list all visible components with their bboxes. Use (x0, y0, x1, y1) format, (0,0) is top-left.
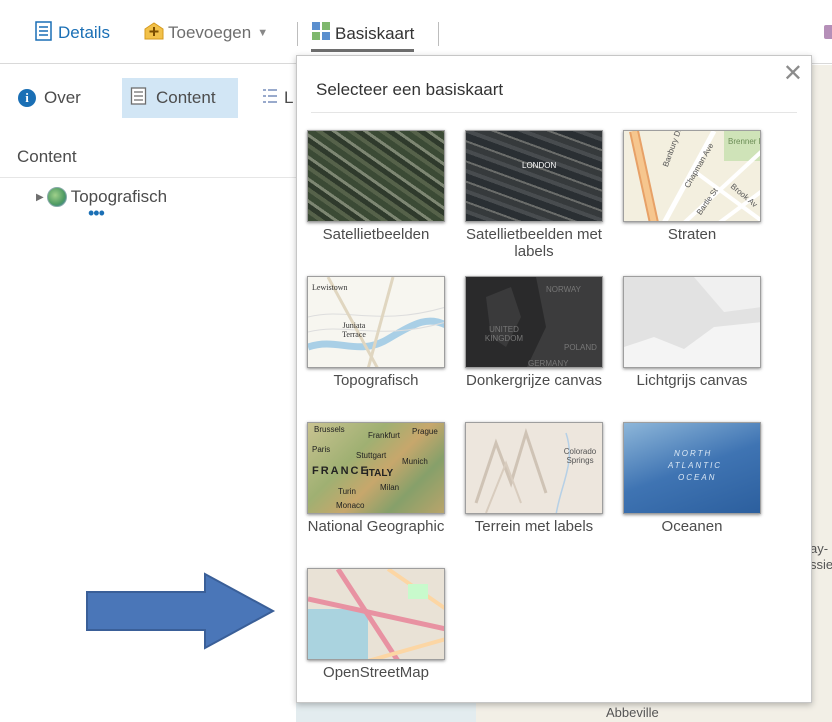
more-options-icon[interactable]: ••• (88, 204, 105, 222)
toolbar-divider (438, 22, 439, 46)
basemap-label: Satellietbeelden met labels (466, 226, 602, 260)
expand-caret-icon[interactable]: ▶ (36, 192, 44, 203)
add-icon (144, 21, 164, 46)
thumb-label: ATLANTIC (668, 461, 723, 470)
thumb-label: Milan (380, 483, 400, 492)
thumb-label: NORWAY (546, 285, 581, 294)
basemap-thumbnail: Brussels Frankfurt Prague Paris Stuttgar… (307, 422, 445, 514)
basemap-option-satellite[interactable]: Satellietbeelden (297, 130, 455, 243)
basemap-label: Oceanen (661, 518, 723, 535)
basemap-option-light-gray[interactable]: Lichtgrijs canvas (613, 276, 771, 389)
tab-about-label: Over (44, 88, 81, 107)
thumb-label: Turin (338, 487, 356, 496)
thumb-label: Munich (402, 457, 428, 466)
thumb-label: Prague (412, 427, 438, 436)
basemap-option-topographic[interactable]: Lewistown Juniata Terrace Topografisch (297, 276, 455, 389)
tab-content-label: Content (156, 88, 216, 107)
osm-thumbnail-art (308, 569, 444, 659)
add-label: Toevoegen (168, 23, 252, 42)
add-button[interactable]: Toevoegen ▼ (144, 18, 268, 48)
thumb-label: Lewistown (312, 283, 348, 292)
panel-tabs: i Over Content L (0, 78, 296, 118)
basemap-label: Basiskaart (335, 23, 415, 43)
basemap-option-streets[interactable]: Brenner Park Chapman Ave Brook Av Bartle… (613, 130, 771, 243)
thumb-label: POLAND (564, 343, 597, 352)
layer-label: Topografisch (70, 187, 168, 206)
thumb-label: Colorado Springs (563, 447, 597, 465)
basemap-label: Donkergrijze canvas (466, 372, 602, 389)
dark-thumbnail-art (486, 277, 602, 367)
thumb-label: Frankfurt (368, 431, 401, 440)
basemap-gallery-dialog: Selecteer een basiskaart ✕ Satellietbeel… (296, 55, 812, 703)
thumb-label: Brenner Park (728, 137, 760, 146)
legend-icon (262, 87, 278, 110)
basemap-label: Satellietbeelden (322, 226, 430, 243)
thumb-label: ITALY (366, 468, 394, 479)
chevron-down-icon: ▼ (257, 27, 269, 39)
toolbar-divider (297, 22, 298, 46)
basemap-label: Terrein met labels (474, 518, 594, 535)
close-icon[interactable]: ✕ (783, 62, 803, 86)
tab-legend-label: L (284, 88, 294, 107)
toolbar-overflow-mark (824, 25, 832, 39)
thumb-label: Juniata Terrace (342, 321, 366, 339)
thumb-label: Stuttgart (356, 451, 387, 460)
map-label-2: ssie (810, 557, 832, 572)
info-icon: i (18, 89, 36, 107)
dialog-title: Selecteer een basiskaart (316, 80, 504, 99)
basemap-thumbnail (307, 130, 445, 222)
content-heading: Content (0, 138, 296, 178)
basemap-thumbnail: LONDON (465, 130, 603, 222)
thumb-label: LONDON (522, 161, 557, 170)
details-label: Details (58, 23, 110, 42)
details-icon (34, 20, 54, 46)
basemap-thumbnail (307, 568, 445, 660)
basemap-option-satellite-labels[interactable]: LONDON Satellietbeelden met labels (455, 130, 613, 260)
globe-icon (46, 187, 67, 207)
thumb-label: FRANCE (312, 465, 370, 477)
annotation-arrow-icon (86, 572, 276, 650)
basemap-label: OpenStreetMap (323, 664, 429, 681)
map-label-1: ay- (810, 541, 829, 556)
basemap-thumbnail: NORWAY UNITED KINGDOM POLAND GERMANY (465, 276, 603, 368)
dialog-divider (311, 112, 797, 113)
basemap-thumbnail: Lewistown Juniata Terrace (307, 276, 445, 368)
thumb-label: GERMANY (528, 359, 569, 368)
details-button[interactable]: Details (34, 18, 110, 48)
basemap-label: Straten (667, 226, 717, 243)
basemap-label: Topografisch (333, 372, 419, 389)
basemap-thumbnail: Brenner Park Chapman Ave Brook Av Bartle… (623, 130, 761, 222)
basemap-thumbnail: NORTH ATLANTIC OCEAN (623, 422, 761, 514)
basemap-icon (311, 21, 331, 46)
terrain-thumbnail-art (474, 428, 571, 513)
light-thumbnail-art (624, 277, 760, 367)
basemap-option-dark-gray[interactable]: NORWAY UNITED KINGDOM POLAND GERMANY Don… (455, 276, 613, 389)
basemap-option-terrain[interactable]: Colorado Springs Terrein met labels (455, 422, 613, 535)
basemap-label: National Geographic (307, 518, 445, 535)
basemap-label: Lichtgrijs canvas (636, 372, 748, 389)
tab-content[interactable]: Content (122, 78, 238, 118)
thumb-label: NORTH (674, 449, 713, 458)
tab-about[interactable]: i Over (14, 78, 89, 118)
thumb-label: OCEAN (678, 473, 717, 482)
thumb-label: Brussels (314, 425, 345, 434)
content-icon (130, 86, 148, 110)
map-label-3: Abbeville (606, 705, 659, 720)
thumb-label: Paris (312, 445, 331, 454)
thumb-label: Monaco (336, 501, 365, 510)
basemap-option-openstreetmap[interactable]: OpenStreetMap (297, 568, 455, 681)
basemap-button[interactable]: Basiskaart (311, 18, 415, 52)
basemap-thumbnail (623, 276, 761, 368)
tab-legend[interactable]: L (254, 78, 296, 118)
basemap-option-national-geographic[interactable]: Brussels Frankfurt Prague Paris Stuttgar… (297, 422, 455, 535)
basemap-thumbnail: Colorado Springs (465, 422, 603, 514)
thumb-label: UNITED KINGDOM (484, 325, 524, 343)
basemap-option-oceans[interactable]: NORTH ATLANTIC OCEAN Oceanen (613, 422, 771, 535)
